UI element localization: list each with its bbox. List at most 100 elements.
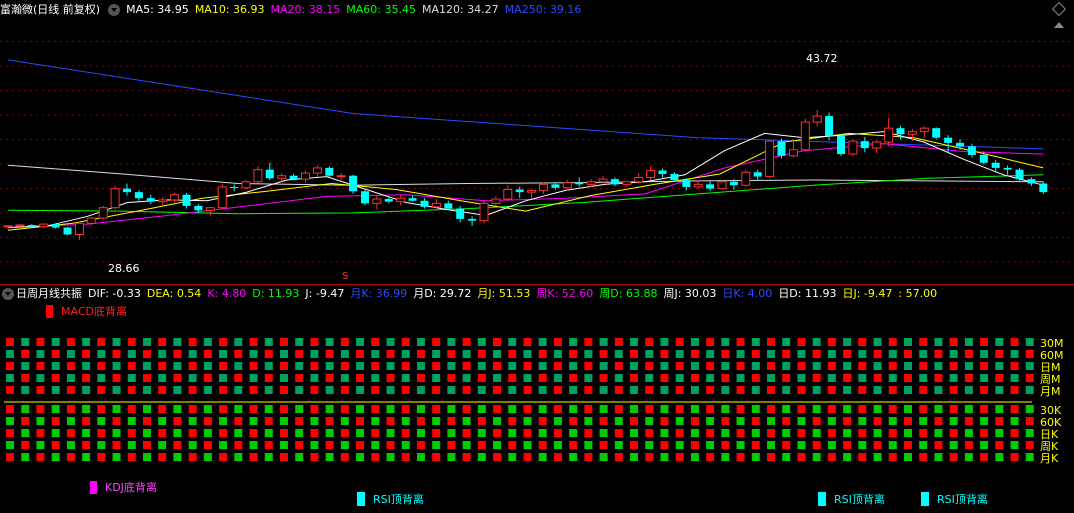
resonance-cell xyxy=(888,386,897,394)
resonance-cell xyxy=(706,362,715,370)
resonance-cell xyxy=(173,429,182,437)
resonance-cell xyxy=(21,453,30,461)
resonance-cell xyxy=(767,386,775,394)
resonance-cell xyxy=(858,362,867,370)
resonance-cell xyxy=(873,405,882,413)
resonance-cell xyxy=(386,417,395,425)
candle-body-down xyxy=(837,135,845,155)
resonance-cell xyxy=(980,374,989,382)
resonance-cell xyxy=(888,338,897,346)
rsi-signal-label: RSI顶背离 xyxy=(373,493,424,506)
resonance-cell xyxy=(508,441,517,449)
resonance-cell xyxy=(203,338,212,346)
resonance-cell xyxy=(416,453,425,461)
resonance-cell xyxy=(827,453,836,461)
resonance-cell xyxy=(36,417,45,425)
resonance-cell xyxy=(401,362,410,370)
resonance-cell xyxy=(36,405,45,413)
resonance-cell xyxy=(569,386,578,394)
resonance-cell xyxy=(706,453,715,461)
indicator-dropdown-icon[interactable] xyxy=(2,288,14,300)
resonance-cell xyxy=(173,362,182,370)
resonance-cell xyxy=(523,441,532,449)
resonance-cell xyxy=(553,441,562,449)
resonance-cell xyxy=(675,386,684,394)
resonance-cell xyxy=(386,405,395,413)
sell-signal-marker: S xyxy=(342,271,348,282)
resonance-cell xyxy=(6,350,14,358)
resonance-cell xyxy=(97,386,106,394)
resonance-cell xyxy=(645,405,654,413)
resonance-cell xyxy=(584,441,593,449)
resonance-cell xyxy=(888,405,897,413)
resonance-cell xyxy=(356,405,365,413)
resonance-cell xyxy=(477,362,486,370)
settings-dropdown-icon[interactable] xyxy=(108,4,121,16)
j-readout: J: -9.47 xyxy=(305,287,345,300)
resonance-cell xyxy=(903,453,912,461)
candle-body-up xyxy=(503,189,513,200)
indicator-header: 日周月线共振 DIF: -0.33 DEA: 0.54 K: 4.80 D: 1… xyxy=(0,285,943,303)
resonance-cell xyxy=(584,350,593,358)
resonance-cell xyxy=(660,374,669,382)
resonance-cell xyxy=(995,417,1004,425)
resonance-cell xyxy=(660,441,669,449)
resonance-cell xyxy=(934,362,943,370)
resonance-cell xyxy=(97,338,106,346)
candle-body-up xyxy=(765,140,775,178)
candlestick-chart[interactable]: 43.72 28.66 S xyxy=(0,17,1074,285)
resonance-cell xyxy=(660,405,669,413)
resonance-cell xyxy=(310,350,319,358)
resonance-cell xyxy=(249,453,258,461)
resonance-cell xyxy=(66,429,75,437)
resonance-cell xyxy=(264,405,273,413)
ma60-line xyxy=(7,174,1044,215)
candle-body-up xyxy=(431,202,441,208)
candle-body-up xyxy=(741,171,751,186)
resonance-cell xyxy=(812,429,821,437)
resonance-cell xyxy=(888,417,897,425)
resonance-cell xyxy=(1010,386,1019,394)
candle-body-up xyxy=(717,181,727,190)
resonance-cell xyxy=(188,417,197,425)
resonance-cell xyxy=(432,338,441,346)
resonance-cell xyxy=(827,386,836,394)
resonance-cell xyxy=(675,429,684,437)
resonance-cell xyxy=(188,386,197,394)
candle-body-up xyxy=(562,182,572,189)
resonance-cell xyxy=(371,338,380,346)
resonance-cell xyxy=(66,338,75,346)
resonance-cell xyxy=(401,405,410,413)
resonance-cell xyxy=(234,338,243,346)
resonance-cell xyxy=(690,338,699,346)
resonance-cell xyxy=(797,417,806,425)
resonance-cell xyxy=(964,386,973,394)
resonance-cell xyxy=(690,350,699,358)
resonance-cell xyxy=(675,350,684,358)
resonance-cell xyxy=(493,417,502,425)
resonance-cell xyxy=(249,417,258,425)
resonance-cell xyxy=(493,453,502,461)
diamond-nav-icon[interactable] xyxy=(1051,1,1067,17)
resonance-cell xyxy=(127,453,136,461)
resonance-cell xyxy=(295,350,304,358)
resonance-cell xyxy=(934,429,943,437)
resonance-cell xyxy=(873,417,882,425)
resonance-cell xyxy=(340,429,349,437)
resonance-cell xyxy=(462,374,471,382)
indicator-title[interactable]: 日周月线共振 xyxy=(16,285,82,303)
resonance-cell xyxy=(614,374,623,382)
resonance-cell xyxy=(523,362,532,370)
resonance-cell xyxy=(767,338,775,346)
resonance-cell xyxy=(234,386,243,394)
resonance-cell xyxy=(325,429,334,437)
resonance-cell xyxy=(1010,362,1019,370)
resonance-cell xyxy=(919,386,928,394)
resonance-cell xyxy=(736,441,745,449)
resonance-cell xyxy=(112,405,121,413)
resonance-cell xyxy=(203,386,212,394)
resonance-cell xyxy=(340,350,349,358)
resonance-cell xyxy=(995,405,1004,413)
candle-body-down xyxy=(658,170,667,174)
resonance-cell xyxy=(188,374,197,382)
